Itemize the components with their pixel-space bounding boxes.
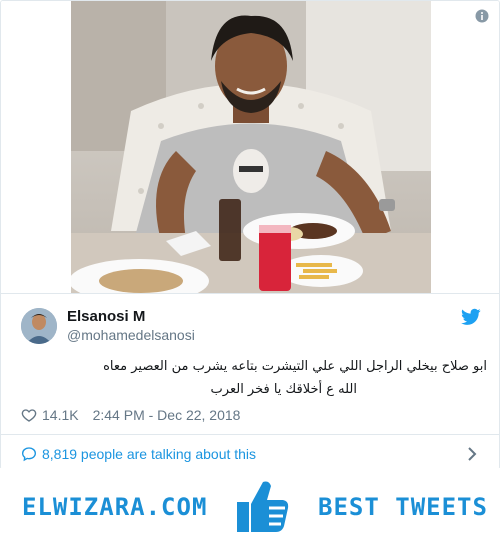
avatar[interactable] — [21, 308, 57, 344]
tweet-meta: 14.1K 2:44 PM - Dec 22, 2018 — [21, 405, 240, 425]
author-name[interactable]: Elsanosi M — [67, 308, 145, 325]
like-count[interactable]: 14.1K — [42, 407, 79, 423]
tweet-embed-card: Elsanosi M @mohamedelsanosi ابو صلاح بيخ… — [0, 0, 500, 470]
photo-illustration — [71, 1, 431, 293]
talking-text[interactable]: 8,819 people are talking about this — [42, 446, 256, 462]
best-tweets-text: BEST TWEETS — [318, 493, 488, 521]
tweet-author[interactable]: Elsanosi M @mohamedelsanosi — [21, 306, 481, 346]
tweet-text-line-1: ابو صلاح بيخلي الراجل اللي علي التيشرت ب… — [103, 359, 487, 374]
tweet-photo[interactable] — [71, 1, 431, 293]
meta-divider — [1, 434, 499, 435]
tweet-text-line-2: الله ع أخلاقك يا فخر العرب — [210, 382, 357, 397]
tweet-timestamp[interactable]: 2:44 PM - Dec 22, 2018 — [93, 407, 241, 423]
avatar-image — [21, 308, 57, 344]
site-brand-text: ELWIZARA.COM — [22, 493, 208, 521]
author-handle[interactable]: @mohamedelsanosi — [67, 327, 195, 343]
media-divider — [1, 293, 499, 294]
thumbs-up-icon — [237, 481, 289, 532]
heart-icon[interactable] — [21, 407, 37, 423]
tweet-media[interactable] — [1, 1, 499, 293]
chevron-right-icon[interactable] — [467, 447, 477, 461]
info-icon[interactable] — [475, 9, 489, 23]
talking-link[interactable]: 8,819 people are talking about this — [21, 445, 481, 463]
comment-bubble-icon — [21, 447, 37, 462]
twitter-bird-icon[interactable] — [461, 308, 481, 326]
